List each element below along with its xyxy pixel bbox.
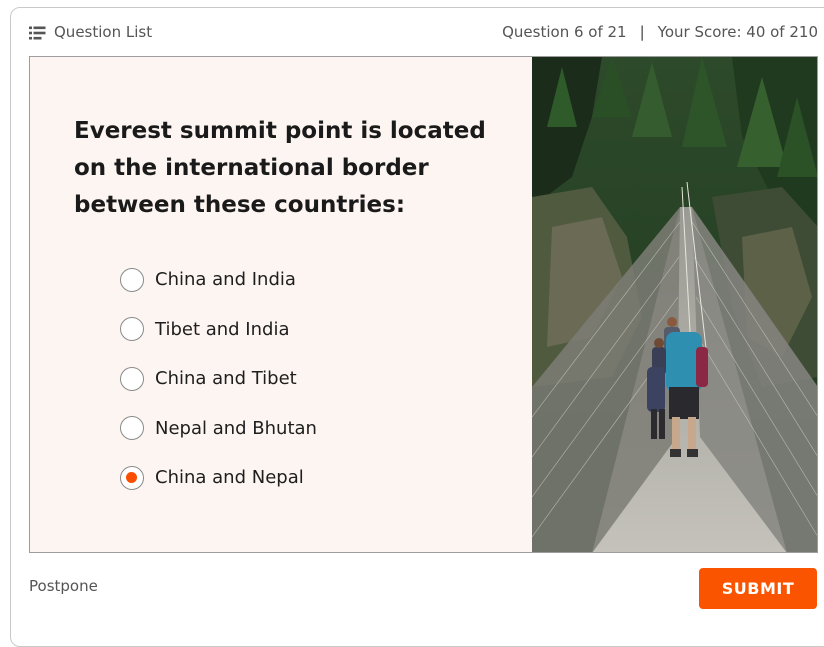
answer-option-label: China and Tibet [155,368,297,390]
answer-option-label: Nepal and Bhutan [155,417,317,439]
radio-button[interactable] [120,317,144,342]
answer-option[interactable]: China and Tibet [120,354,317,404]
score-display: Your Score: 40 of 210 [657,23,818,41]
question-counter: Question 6 of 21 [502,23,627,41]
postpone-link[interactable]: Postpone [29,577,98,595]
question-list-label: Question List [54,23,153,41]
list-icon [29,25,46,40]
question-list-button[interactable]: Question List [29,21,152,43]
answer-option-label: Tibet and India [155,318,290,340]
quiz-header: Question List Question 6 of 21 | Your Sc… [0,0,824,56]
question-card: Everest summit point is located on the i… [29,56,818,553]
answer-option-selected[interactable]: China and Nepal [120,453,317,503]
answer-option[interactable]: Nepal and Bhutan [120,404,317,454]
answer-option-label: China and Nepal [155,467,304,489]
answer-option[interactable]: Tibet and India [120,305,317,355]
answer-option[interactable]: China and India [120,255,317,305]
question-text: Everest summit point is located on the i… [74,118,486,218]
radio-button[interactable] [120,366,144,391]
answer-options: China and India Tibet and India China an… [120,255,317,503]
progress-info: Question 6 of 21 | Your Score: 40 of 210 [502,21,818,43]
header-separator: | [639,23,645,41]
suspension-bridge-photo [532,57,817,552]
radio-button-selected[interactable] [120,465,144,490]
radio-button[interactable] [120,267,144,292]
submit-button[interactable]: SUBMIT [699,568,817,609]
radio-button[interactable] [120,416,144,441]
answer-option-label: China and India [155,269,296,291]
